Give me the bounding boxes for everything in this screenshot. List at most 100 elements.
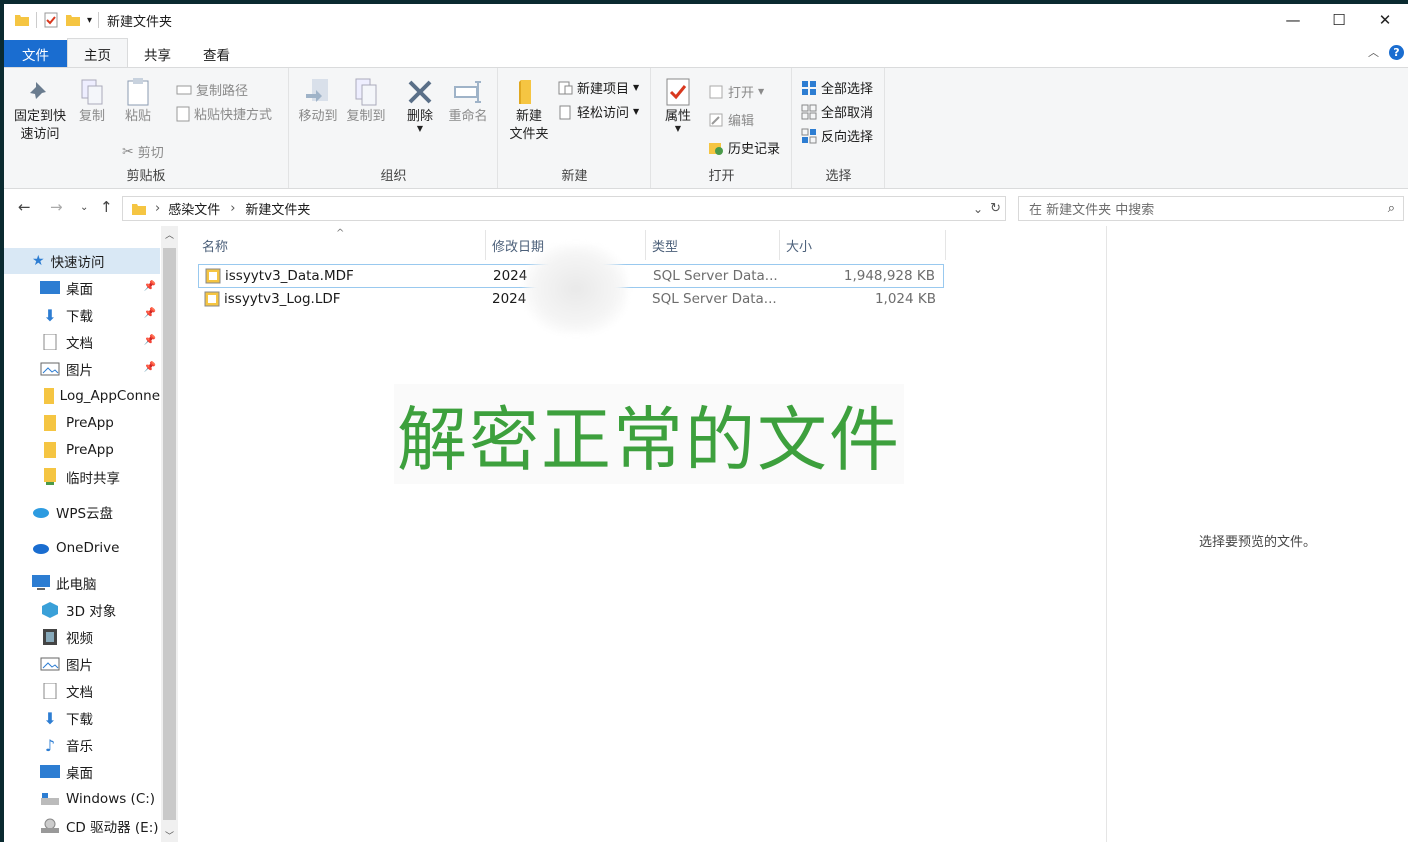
edit-button[interactable]: 编辑 — [708, 110, 754, 129]
forward-button[interactable]: → — [50, 198, 63, 216]
nav-pc-drive-c[interactable]: Windows (C:) — [4, 786, 160, 812]
refresh-icon[interactable]: ↻ — [990, 201, 1001, 216]
history-button[interactable]: 历史记录 — [708, 138, 780, 157]
explorer-window: ▾ 新建文件夹 — ☐ ✕ 文件 主页 共享 查看 ︿ ? 固定到快 速访问 复… — [4, 4, 1408, 842]
paste-button[interactable]: 粘贴 — [120, 76, 156, 126]
copy-to-icon — [355, 78, 377, 106]
paste-shortcut-button[interactable]: 粘贴快捷方式 — [176, 104, 272, 123]
shared-folder-icon — [44, 468, 56, 485]
column-name-label: 名称 — [202, 239, 229, 255]
nav-pc-documents[interactable]: 文档 — [4, 678, 160, 704]
new-folder-button[interactable]: 新建 文件夹 — [503, 76, 555, 144]
help-icon[interactable]: ? — [1389, 44, 1404, 60]
dropdown-arrow-icon: ▼ — [633, 107, 640, 116]
search-input[interactable]: 在 新建文件夹 中搜索 ⌕ — [1018, 196, 1404, 221]
scroll-up-icon[interactable]: ︿ — [165, 228, 174, 241]
nav-pc-desktop[interactable]: 桌面 — [4, 759, 160, 785]
breadcrumb-item[interactable]: 感染文件 — [168, 199, 220, 218]
nav-pc-pictures[interactable]: 图片 — [4, 651, 160, 677]
scroll-down-icon[interactable]: ﹀ — [165, 829, 174, 842]
desktop-icon — [40, 281, 60, 294]
pin-icon[interactable]: 📌 — [144, 281, 156, 292]
nav-item-documents[interactable]: 文档 📌 — [4, 329, 160, 355]
column-header-size[interactable]: 大小 — [780, 230, 946, 260]
nav-pc-3d-objects[interactable]: 3D 对象 — [4, 597, 160, 623]
customize-qat-icon[interactable]: ▾ — [87, 15, 92, 26]
easy-access-button[interactable]: 轻松访问 ▼ — [557, 102, 639, 121]
nav-label: 视频 — [66, 631, 93, 647]
file-modified: 2024 — [493, 268, 528, 284]
column-header-type[interactable]: 类型 — [646, 230, 780, 260]
cut-button[interactable]: ✂ 剪切 — [122, 142, 164, 162]
nav-item-folder[interactable]: PreApp — [4, 437, 160, 463]
rename-label: 重命名 — [448, 109, 488, 124]
tab-file[interactable]: 文件 — [4, 40, 67, 68]
nav-wps-cloud[interactable]: WPS云盘 — [4, 499, 160, 525]
copy-button[interactable]: 复制 — [74, 76, 110, 126]
copy-to-button[interactable]: 复制到 — [344, 76, 388, 126]
copy-path-button[interactable]: 复制路径 — [176, 80, 248, 99]
back-button[interactable]: ← — [18, 198, 31, 216]
nav-quick-access[interactable]: ★ 快速访问 — [4, 248, 160, 274]
nav-item-shared-folder[interactable]: 临时共享 — [4, 464, 160, 490]
close-button[interactable]: ✕ — [1362, 4, 1408, 36]
tab-home[interactable]: 主页 — [67, 38, 128, 68]
properties-icon[interactable] — [43, 12, 59, 28]
nav-scrollbar[interactable]: ︿ ﹀ — [161, 226, 178, 842]
nav-label: 下载 — [66, 712, 93, 728]
chevron-up-icon[interactable]: ︿ — [1368, 44, 1379, 60]
recent-locations-button[interactable]: ⌄ — [80, 202, 88, 213]
edit-label: 编辑 — [728, 114, 755, 129]
nav-item-pictures[interactable]: 图片 📌 — [4, 356, 160, 382]
minimize-button[interactable]: — — [1270, 4, 1316, 36]
move-to-button[interactable]: 移动到 — [296, 76, 340, 126]
invert-selection-button[interactable]: 反向选择 — [801, 126, 873, 145]
cloud-icon — [33, 508, 49, 518]
nav-item-folder[interactable]: PreApp — [4, 410, 160, 436]
nav-pc-cd-drive[interactable]: CD 驱动器 (E:) — [4, 813, 160, 839]
nav-item-desktop[interactable]: 桌面 📌 — [4, 275, 160, 301]
new-folder-icon[interactable] — [65, 12, 81, 28]
tab-view[interactable]: 查看 — [187, 40, 246, 68]
rename-icon — [454, 81, 481, 103]
nav-pc-downloads[interactable]: ⬇ 下载 — [4, 705, 160, 731]
rename-button[interactable]: 重命名 — [446, 76, 490, 126]
scroll-thumb[interactable] — [163, 248, 176, 820]
pin-icon[interactable]: 📌 — [144, 308, 156, 319]
nav-onedrive[interactable]: OneDrive — [4, 535, 160, 561]
easy-access-label: 轻松访问 — [577, 106, 630, 121]
pin-icon[interactable]: 📌 — [144, 362, 156, 373]
nav-pc-music[interactable]: ♪ 音乐 — [4, 732, 160, 758]
picture-icon — [40, 362, 60, 376]
nav-item-downloads[interactable]: ⬇ 下载 📌 — [4, 302, 160, 328]
new-item-button[interactable]: 新建项目 ▼ — [557, 78, 639, 97]
nav-item-folder[interactable]: Log_AppConne — [4, 383, 160, 409]
pin-icon[interactable]: 📌 — [144, 335, 156, 346]
address-bar[interactable]: › 感染文件 › 新建文件夹 ⌄ ↻ — [122, 196, 1006, 221]
pin-label-2: 速访问 — [20, 127, 60, 142]
select-all-button[interactable]: 全部选择 — [801, 78, 873, 97]
address-dropdown-icon[interactable]: ⌄ — [973, 202, 983, 216]
delete-button[interactable]: 删除 ▼ — [402, 76, 438, 133]
tab-share[interactable]: 共享 — [128, 40, 187, 68]
ribbon-tabs: 文件 主页 共享 查看 ︿ ? — [4, 38, 1408, 68]
paste-label: 粘贴 — [124, 109, 151, 124]
move-to-label: 移动到 — [298, 109, 338, 124]
nav-label: 图片 — [66, 658, 93, 674]
overlay-caption-text: 解密正常的文件 — [397, 398, 901, 481]
breadcrumb-item[interactable]: 新建文件夹 — [245, 199, 310, 218]
open-button[interactable]: 打开 ▼ — [708, 82, 764, 101]
search-icon[interactable]: ⌕ — [1388, 201, 1395, 216]
up-button[interactable]: ↑ — [100, 198, 113, 216]
properties-button[interactable]: 属性 ▼ — [658, 76, 698, 133]
nav-pc-videos[interactable]: 视频 — [4, 624, 160, 650]
file-name: issyytv3_Log.LDF — [224, 291, 341, 307]
new-group: 新建 文件夹 新建项目 ▼ 轻松访问 ▼ 新建 — [499, 68, 651, 188]
pin-quick-access-button[interactable]: 固定到快 速访问 — [10, 76, 70, 144]
select-none-button[interactable]: 全部取消 — [801, 102, 873, 121]
new-group-label: 新建 — [561, 169, 588, 184]
maximize-button[interactable]: ☐ — [1316, 4, 1362, 36]
nav-this-pc[interactable]: 此电脑 — [4, 570, 160, 596]
column-header-name[interactable]: 名称 ^ — [196, 228, 486, 260]
pin-icon — [29, 82, 46, 100]
